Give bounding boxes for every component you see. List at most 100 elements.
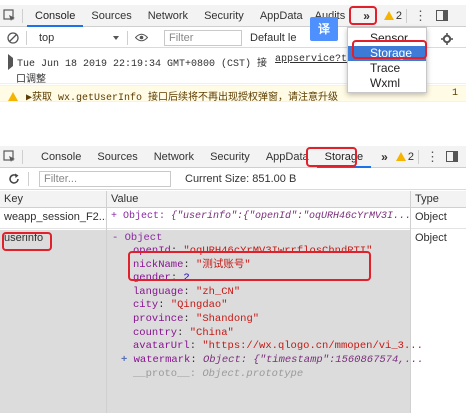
storage-filter-input[interactable]: Filter...: [39, 170, 171, 187]
clear-console-icon[interactable]: [4, 29, 22, 47]
table-header: Key Value Type: [0, 191, 466, 208]
menu-item-storage[interactable]: Storage: [348, 46, 426, 61]
field-value: "China": [189, 326, 234, 339]
more-tabs-menu: Sensor Storage Trace Wxml: [347, 27, 427, 93]
field-name: gender: [133, 272, 171, 285]
warning-icon: [8, 92, 18, 101]
column-key[interactable]: Key: [0, 191, 106, 207]
warning-counter[interactable]: 2: [383, 9, 403, 22]
toolbar-separator: [26, 30, 27, 45]
column-divider[interactable]: [410, 191, 411, 413]
column-divider[interactable]: [106, 191, 107, 413]
field-name: avatarUrl: [133, 340, 190, 353]
chevron-down-icon: [113, 35, 119, 40]
row-key: weapp_session_F2...: [4, 211, 106, 223]
field-openid: openId: "oqURH46cYrMV3IwrrflosChndRTI": [133, 245, 373, 257]
row-value-preview: {"userinfo":{"openId":"oqURH46cYrMV3I...: [171, 211, 410, 222]
more-tabs-button[interactable]: »: [377, 146, 392, 168]
more-tabs-button[interactable]: »: [355, 5, 378, 27]
row-type: Object: [415, 232, 447, 244]
tab-storage[interactable]: Storage: [316, 146, 372, 168]
field-avatarurl: avatarUrl: "https://wx.qlogo.cn/mmopen/v…: [133, 340, 423, 353]
expand-arrow-icon[interactable]: [8, 54, 13, 70]
field-language: language: "zh_CN": [133, 285, 241, 298]
tab-security[interactable]: Security: [196, 5, 252, 27]
warning-source[interactable]: 1: [452, 88, 458, 99]
warning-counter[interactable]: 2: [395, 151, 414, 163]
storage-panel: Console Sources Network Security AppData…: [0, 146, 466, 413]
field-city: city: "Qingdao": [133, 299, 228, 312]
row-value: + Object: {"userinfo":{"openId":"oqURH46…: [107, 209, 410, 224]
field-name: province: [133, 312, 184, 325]
settings-gear-icon[interactable]: [438, 30, 456, 48]
field-province: province: "Shandong": [133, 312, 260, 325]
table-row[interactable]: weapp_session_F2... + Object: {"userinfo…: [0, 209, 466, 229]
inspect-element-icon[interactable]: [0, 7, 18, 25]
context-value: top: [39, 31, 55, 44]
menu-item-trace[interactable]: Trace: [348, 61, 426, 76]
toolbar-separator: [22, 149, 23, 164]
field-value: "测试账号": [196, 258, 251, 271]
tab-sources[interactable]: Sources: [89, 146, 145, 168]
context-select[interactable]: top: [35, 30, 123, 46]
tab-network[interactable]: Network: [140, 5, 196, 27]
field-value: "zh_CN": [196, 285, 241, 298]
field-name: language: [133, 285, 184, 298]
more-options-icon[interactable]: ⋮: [411, 7, 429, 25]
tab-appdata[interactable]: AppData: [258, 146, 317, 168]
menu-item-wxml[interactable]: Wxml: [348, 76, 426, 91]
more-options-icon[interactable]: ⋮: [423, 148, 441, 166]
warning-count: 2: [395, 9, 403, 22]
storage-table: Key Value Type weapp_session_F2... + Obj…: [0, 191, 466, 413]
toolbar-separator: [22, 8, 23, 23]
log-text: Tue Jun 18 2019 22:19:34 GMT+0800 (CST) …: [17, 59, 268, 70]
toolbar-separator: [417, 149, 419, 164]
current-size: Current Size: 851.00 B: [185, 172, 297, 185]
storage-tabbar: Console Sources Network Security AppData…: [0, 146, 466, 168]
dock-icon[interactable]: [433, 7, 451, 25]
refresh-icon[interactable]: [4, 169, 24, 189]
tab-security[interactable]: Security: [202, 146, 258, 168]
toolbar-separator: [127, 30, 128, 45]
userinfo-fields: openId: "oqURH46cYrMV3IwrrflosChndRTI" n…: [133, 245, 423, 354]
menu-item-sensor[interactable]: Sensor: [348, 31, 426, 46]
field-gender: gender: 2: [133, 272, 190, 285]
field-name: __proto__: [133, 368, 190, 380]
field-name: watermark: [133, 354, 191, 366]
field-value: "https://wx.qlogo.cn/mmopen/vi_3...: [202, 340, 423, 353]
expand-plus-icon[interactable]: +: [121, 354, 127, 366]
inspect-element-icon[interactable]: [0, 148, 18, 166]
field-name: openId: [133, 245, 171, 257]
row-value-prefix[interactable]: - Object: [112, 232, 162, 246]
field-value: Object: {"timestamp":1560867574,...: [202, 354, 424, 366]
field-value: "oqURH46cYrMV3IwrrflosChndRTI": [183, 245, 373, 257]
field-value: Object.prototype: [202, 368, 304, 380]
field-proto: __proto__: Object.prototype: [133, 368, 304, 380]
row-type: Object: [415, 211, 447, 223]
field-name: city: [133, 299, 159, 312]
tab-appdata[interactable]: AppData: [252, 5, 311, 27]
field-value: 2: [183, 272, 190, 285]
eye-icon[interactable]: [132, 29, 150, 47]
table-row-selected[interactable]: userinfo - Object Object openId: "oqURH4…: [0, 230, 466, 413]
row-key: userinfo: [4, 232, 44, 244]
column-value[interactable]: Value: [107, 191, 410, 207]
console-filter-input[interactable]: Filter: [164, 29, 242, 46]
row-value-prefix[interactable]: + Object:: [111, 211, 171, 222]
field-value: "Shandong": [196, 312, 260, 325]
tab-network[interactable]: Network: [146, 146, 202, 168]
storage-toolbar: Filter... Current Size: 851.00 B: [0, 168, 466, 190]
tab-console[interactable]: Console: [33, 146, 89, 168]
field-country: country: "China": [133, 326, 234, 339]
tab-console[interactable]: Console: [27, 5, 84, 27]
field-name: country: [133, 326, 178, 339]
tab-sources[interactable]: Sources: [83, 5, 139, 27]
field-watermark[interactable]: + watermark: Object: {"timestamp":156086…: [121, 354, 424, 368]
field-value: "Qingdao": [170, 299, 228, 312]
translate-badge[interactable]: 译: [310, 17, 338, 41]
console-tabbar: Console Sources Network Security AppData…: [0, 5, 466, 27]
log-levels-select[interactable]: Default le: [250, 32, 296, 44]
warning-icon: [383, 10, 394, 20]
dock-icon[interactable]: [443, 148, 461, 166]
column-type[interactable]: Type: [411, 191, 466, 207]
